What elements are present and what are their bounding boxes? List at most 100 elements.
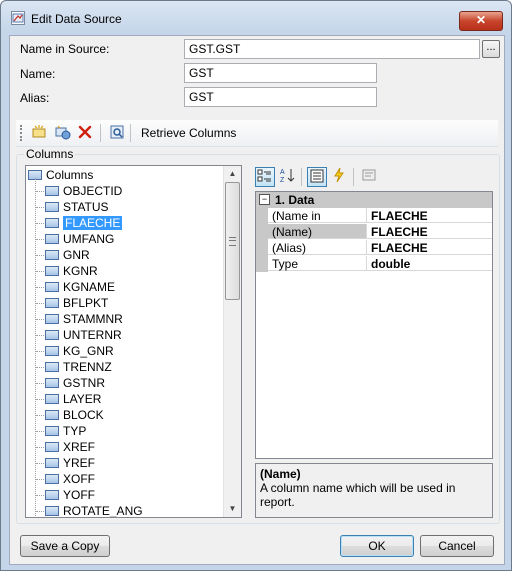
events-lightning-icon[interactable] bbox=[329, 167, 349, 187]
tree-column-item[interactable]: UNTERNR bbox=[45, 327, 122, 343]
column-icon bbox=[45, 457, 59, 468]
columns-group: Columns Columns OBJECTID STATUS FLAECHE UMF… bbox=[16, 147, 500, 524]
column-icon bbox=[45, 489, 59, 500]
column-icon bbox=[45, 313, 59, 324]
ok-button[interactable]: OK bbox=[340, 535, 414, 557]
title-bar[interactable]: Edit Data Source ✕ bbox=[1, 1, 511, 35]
tree-column-item[interactable]: UMFANG bbox=[45, 231, 114, 247]
delete-icon[interactable] bbox=[76, 124, 94, 142]
tree-connector bbox=[36, 367, 44, 368]
property-row[interactable]: (Name) FLAECHE bbox=[256, 224, 492, 240]
tree-column-item[interactable]: FLAECHE bbox=[45, 215, 123, 231]
tree-root[interactable]: Columns bbox=[28, 167, 93, 183]
name-in-source-label: Name in Source: bbox=[20, 42, 110, 56]
property-name: (Name in Source) bbox=[268, 208, 367, 239]
tree-column-item[interactable]: GSTNR bbox=[45, 375, 105, 391]
column-icon bbox=[45, 409, 59, 420]
column-icon bbox=[45, 297, 59, 308]
column-icon bbox=[45, 217, 59, 228]
close-button[interactable]: ✕ bbox=[459, 11, 503, 31]
property-help-panel: (Name) A column name which will be used … bbox=[255, 463, 493, 518]
scroll-up-arrow[interactable]: ▲ bbox=[224, 166, 241, 182]
tree-connector bbox=[36, 447, 44, 448]
cancel-button[interactable]: Cancel bbox=[420, 535, 494, 557]
property-value[interactable]: FLAECHE bbox=[367, 208, 492, 223]
dialog-window: Edit Data Source ✕ Name in Source: GST.G… bbox=[0, 0, 512, 571]
retrieve-columns-button[interactable]: Retrieve Columns bbox=[141, 126, 236, 140]
save-a-copy-button[interactable]: Save a Copy bbox=[20, 535, 110, 557]
datasource-icon bbox=[11, 11, 25, 25]
svg-text:Z: Z bbox=[280, 177, 285, 183]
name-in-source-field[interactable]: GST.GST bbox=[184, 39, 480, 59]
tree-column-item[interactable]: KG_GNR bbox=[45, 343, 114, 359]
tree-column-item[interactable]: TRENNZ bbox=[45, 359, 112, 375]
tree-connector bbox=[36, 287, 44, 288]
tree-connector bbox=[36, 479, 44, 480]
tree-connector bbox=[36, 271, 44, 272]
tree-column-item[interactable]: KGNR bbox=[45, 263, 98, 279]
column-icon bbox=[45, 377, 59, 388]
columns-tree[interactable]: Columns OBJECTID STATUS FLAECHE UMFANG GNR KG… bbox=[25, 165, 242, 518]
tree-connector bbox=[36, 239, 44, 240]
alias-field[interactable]: GST bbox=[184, 87, 377, 107]
name-field[interactable]: GST bbox=[184, 63, 377, 83]
window-title: Edit Data Source bbox=[31, 12, 122, 26]
property-value[interactable]: FLAECHE bbox=[367, 224, 492, 239]
collapse-icon[interactable]: − bbox=[259, 194, 270, 206]
tree-column-item[interactable]: YREF bbox=[45, 455, 95, 471]
tree-column-item[interactable]: XREF bbox=[45, 439, 95, 455]
tree-column-label: UMFANG bbox=[63, 232, 115, 246]
property-category[interactable]: −1. Data bbox=[256, 192, 492, 208]
categorized-icon[interactable] bbox=[255, 167, 275, 187]
column-icon bbox=[45, 281, 59, 292]
tree-connector bbox=[36, 255, 44, 256]
tree-connector bbox=[36, 431, 44, 432]
tree-column-item[interactable]: BLOCK bbox=[45, 407, 104, 423]
tree-column-label: YREF bbox=[63, 456, 96, 470]
tree-column-item[interactable]: LAYER bbox=[45, 391, 101, 407]
tree-column-item[interactable]: YOFF bbox=[45, 487, 95, 503]
sort-alphabetical-icon[interactable]: AZ bbox=[277, 167, 297, 187]
new-calculated-column-icon[interactable] bbox=[54, 124, 72, 142]
property-gutter bbox=[256, 208, 268, 224]
scroll-down-arrow[interactable]: ▼ bbox=[224, 501, 241, 517]
retrieve-icon[interactable] bbox=[108, 124, 126, 142]
tree-column-item[interactable]: GNR bbox=[45, 247, 90, 263]
column-icon bbox=[45, 425, 59, 436]
property-row[interactable]: (Alias) FLAECHE bbox=[256, 240, 492, 256]
help-text: A column name which will be used in repo… bbox=[260, 481, 456, 509]
tree-column-item[interactable]: KGNAME bbox=[45, 279, 115, 295]
tree-connector bbox=[36, 319, 44, 320]
toolbar-grip[interactable] bbox=[20, 125, 24, 141]
properties-icon[interactable] bbox=[307, 167, 327, 187]
column-icon bbox=[45, 345, 59, 356]
tree-column-item[interactable]: STATUS bbox=[45, 199, 109, 215]
tree-column-item[interactable]: ROTATE_ANG bbox=[45, 503, 143, 517]
browse-button[interactable]: ... bbox=[482, 40, 500, 58]
property-value[interactable]: FLAECHE bbox=[367, 240, 492, 255]
scroll-thumb[interactable] bbox=[225, 182, 240, 300]
toolbar-separator bbox=[130, 124, 131, 142]
property-pages-icon[interactable] bbox=[359, 167, 379, 187]
tree-column-label: OBJECTID bbox=[63, 184, 123, 198]
column-icon bbox=[45, 441, 59, 452]
column-icon bbox=[45, 505, 59, 516]
tree-column-item[interactable]: OBJECTID bbox=[45, 183, 122, 199]
tree-column-item[interactable]: XOFF bbox=[45, 471, 95, 487]
property-row[interactable]: (Name in Source)FLAECHE bbox=[256, 208, 492, 239]
tree-column-label: KG_GNR bbox=[63, 344, 114, 358]
tree-column-label: TYP bbox=[63, 424, 87, 438]
property-grid[interactable]: −1. Data (Name in Source)FLAECHE(Name)FL… bbox=[255, 191, 493, 459]
new-column-icon[interactable] bbox=[30, 124, 48, 142]
tree-column-item[interactable]: STAMMNR bbox=[45, 311, 123, 327]
property-value[interactable]: double bbox=[367, 256, 492, 271]
tree-column-item[interactable]: BFLPKT bbox=[45, 295, 108, 311]
property-gutter bbox=[256, 256, 268, 272]
tree-vertical-scrollbar[interactable]: ▲ ▼ bbox=[223, 166, 241, 517]
columns-toolbar: Retrieve Columns bbox=[16, 120, 498, 147]
scroll-thumb-grip bbox=[229, 237, 236, 246]
property-category-label: 1. Data bbox=[275, 193, 315, 207]
tree-connector bbox=[35, 178, 36, 517]
property-row[interactable]: Type double bbox=[256, 256, 492, 272]
tree-column-item[interactable]: TYP bbox=[45, 423, 86, 439]
